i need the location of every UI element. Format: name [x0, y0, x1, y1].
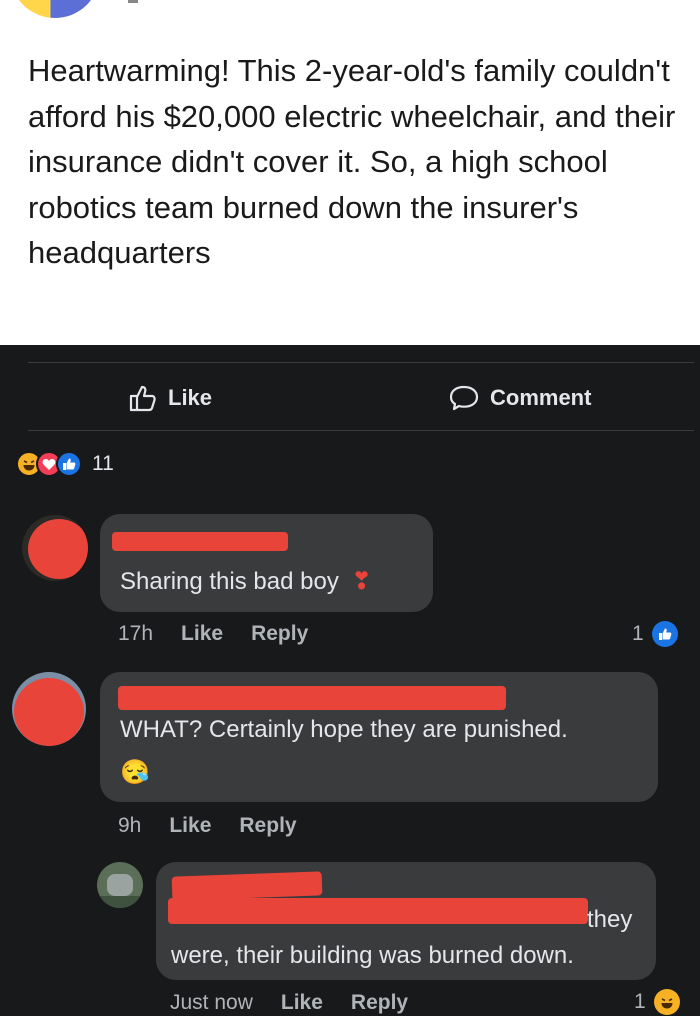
- comment-like-button[interactable]: Like: [181, 622, 223, 646]
- comment-button-label: Comment: [490, 385, 592, 410]
- like-button-label: Like: [168, 385, 213, 410]
- sad-face-icon: 😪: [120, 759, 150, 786]
- reaction-count: 11: [92, 452, 114, 475]
- poster-avatar[interactable]: [10, 0, 100, 18]
- post-body: Heartwarming! This 2-year-old's family c…: [0, 0, 700, 345]
- divider: [28, 362, 694, 363]
- comment-time: Just now: [170, 991, 253, 1014]
- avatar[interactable]: [97, 862, 143, 908]
- like-icon: [56, 451, 82, 477]
- comment-text: WHAT? Certainly hope they are punished.: [120, 716, 568, 743]
- comment-text-line2: were, their building was burned down.: [171, 942, 574, 969]
- comment-meta: 17h Like Reply: [118, 620, 308, 648]
- heart-exclamation-icon: ❣: [351, 568, 372, 595]
- like-icon: [651, 621, 678, 647]
- comment-like-button[interactable]: Like: [169, 814, 211, 838]
- comment-reply-button[interactable]: Reply: [239, 814, 296, 838]
- comment-reaction-count: 1: [632, 622, 644, 645]
- comment-like-button[interactable]: Like: [281, 991, 323, 1015]
- comment-reply-button[interactable]: Reply: [351, 991, 408, 1015]
- comment-text: Sharing this bad boy ❣: [120, 568, 372, 595]
- comment-reaction-count: 1: [634, 990, 646, 1013]
- speech-bubble-icon: [449, 385, 479, 411]
- comment-reactions[interactable]: 1: [632, 620, 678, 648]
- comment-text-line1: they: [587, 906, 633, 933]
- comment-time: 9h: [118, 814, 142, 837]
- like-button[interactable]: Like: [128, 383, 212, 413]
- comment-reply-button[interactable]: Reply: [251, 622, 308, 646]
- redacted-name: [118, 686, 506, 710]
- comment-reactions[interactable]: 1: [634, 988, 680, 1016]
- avatar[interactable]: [22, 515, 88, 581]
- haha-icon: [653, 989, 680, 1015]
- thumbs-up-icon: [129, 385, 156, 412]
- divider: [28, 430, 694, 431]
- header-mark: [128, 0, 138, 3]
- reactions-summary[interactable]: 11: [16, 450, 114, 478]
- avatar[interactable]: [12, 672, 86, 746]
- comment-time: 17h: [118, 622, 154, 645]
- redacted-name: [112, 532, 288, 551]
- comment-button[interactable]: Comment: [448, 383, 591, 413]
- redacted-text: [168, 898, 588, 924]
- redacted-name: [171, 871, 323, 901]
- comment-meta: Just now Like Reply: [170, 990, 408, 1016]
- comment-meta: 9h Like Reply: [118, 812, 297, 840]
- post-text: Heartwarming! This 2-year-old's family c…: [28, 53, 676, 270]
